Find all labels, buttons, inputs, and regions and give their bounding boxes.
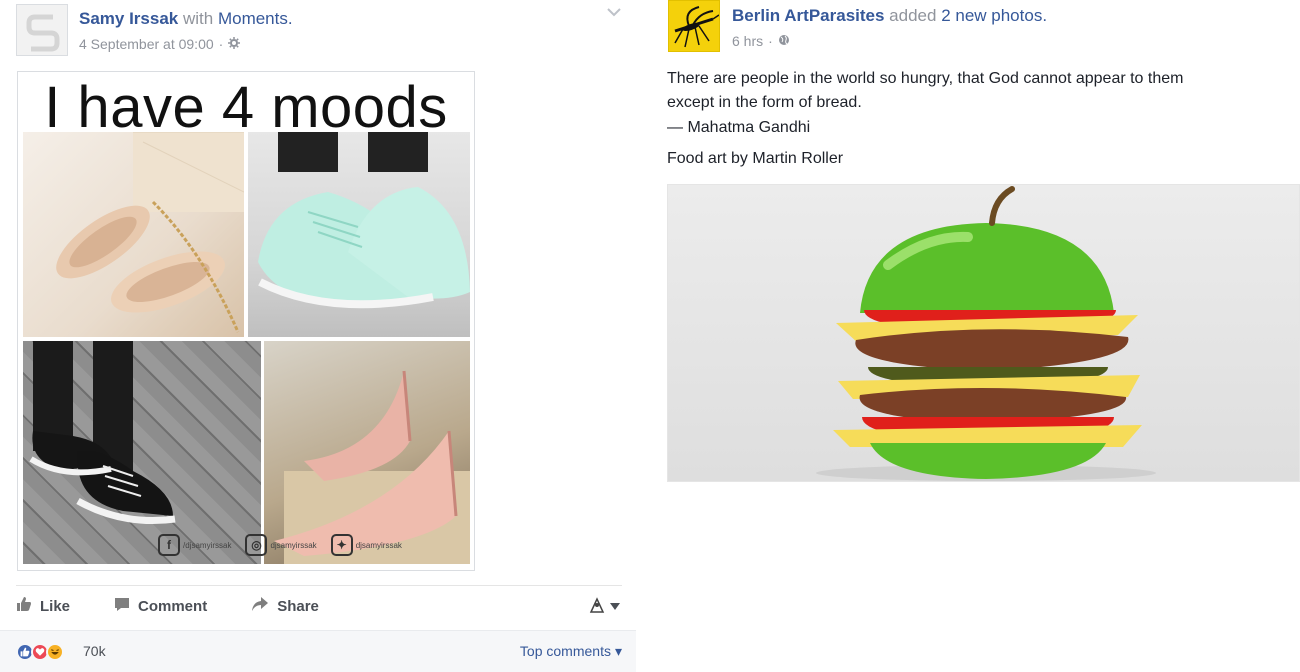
art-credit: Food art by Martin Roller bbox=[667, 150, 844, 167]
reaction-selector[interactable] bbox=[588, 595, 620, 617]
post-text-line: There are people in the world so hungry,… bbox=[667, 70, 1184, 87]
mosquito-icon bbox=[669, 1, 719, 51]
watermark-text: /djsamyirssak bbox=[183, 540, 232, 550]
reactions-bar: 70k Top comments ▾ bbox=[0, 630, 636, 672]
post-header: Berlin ArtParasites added 2 new photos. bbox=[732, 6, 1047, 26]
watermark-instagram: ◎ djsamyirssak bbox=[245, 534, 317, 556]
caret-down-icon bbox=[610, 598, 620, 614]
photo-watermarks: f /djsamyirssak ◎ djsamyirssak ✦ djsamyi… bbox=[158, 530, 468, 560]
thumbs-up-icon bbox=[16, 596, 32, 617]
photo-tile-flats bbox=[23, 132, 244, 337]
with-text: with bbox=[182, 9, 214, 28]
page-name[interactable]: Berlin ArtParasites bbox=[732, 6, 884, 25]
instagram-icon: ◎ bbox=[245, 534, 268, 556]
gear-icon[interactable] bbox=[228, 36, 241, 52]
globe-icon[interactable] bbox=[778, 33, 790, 49]
comment-label: Comment bbox=[138, 597, 208, 615]
post-photo[interactable]: I have 4 moods f /djsamyirssak ◎ djsamyi… bbox=[17, 71, 475, 571]
left-post: Samy Irssak with Moments. 4 September at… bbox=[0, 0, 636, 672]
watermark-twitter: ✦ djsamyirssak bbox=[330, 534, 402, 556]
post-photo[interactable] bbox=[667, 184, 1300, 482]
post-actions: Like Comment Share bbox=[16, 590, 622, 622]
comments-order-label: Top comments bbox=[519, 643, 611, 659]
comments-order-dropdown[interactable]: Top comments ▾ bbox=[520, 643, 622, 660]
reaction-count[interactable]: 70k bbox=[83, 643, 106, 659]
post-text-line: except in the form of bread. bbox=[667, 94, 862, 111]
watermark-text: djsamyirssak bbox=[355, 540, 402, 550]
post-meta: 4 September at 09:00 · bbox=[79, 36, 241, 52]
new-photos-link[interactable]: 2 new photos. bbox=[941, 6, 1047, 25]
facebook-icon: f bbox=[158, 534, 180, 556]
action-text: added bbox=[889, 6, 937, 25]
chevron-down-icon: ▾ bbox=[614, 643, 622, 659]
twitter-icon: ✦ bbox=[330, 534, 353, 556]
actions-divider bbox=[16, 585, 622, 586]
profile-picture-icon bbox=[17, 5, 67, 55]
comment-icon bbox=[114, 596, 130, 617]
share-button[interactable]: Share bbox=[251, 596, 319, 617]
apple-burger-image bbox=[816, 186, 1156, 481]
photo-title-text: I have 4 moods bbox=[44, 75, 448, 140]
share-icon bbox=[251, 596, 269, 617]
chevron-down-icon[interactable] bbox=[606, 4, 622, 22]
like-label: Like bbox=[40, 597, 71, 615]
share-label: Share bbox=[277, 597, 319, 615]
author-name[interactable]: Samy Irssak bbox=[79, 9, 178, 28]
watermark-facebook: f /djsamyirssak bbox=[158, 534, 231, 556]
right-post: Berlin ArtParasites added 2 new photos. … bbox=[656, 0, 1300, 672]
profile-reaction-icon bbox=[588, 595, 606, 617]
watermark-text: djsamyirssak bbox=[270, 540, 317, 550]
post-timestamp[interactable]: 4 September at 09:00 bbox=[79, 36, 214, 52]
post-meta: 6 hrs · bbox=[732, 33, 790, 49]
post-header: Samy Irssak with Moments. bbox=[79, 9, 293, 29]
meta-separator: · bbox=[768, 33, 773, 49]
page-avatar[interactable] bbox=[668, 0, 720, 52]
like-button[interactable]: Like bbox=[16, 596, 70, 617]
meta-separator: · bbox=[218, 36, 224, 52]
reaction-icons[interactable] bbox=[16, 643, 64, 661]
quote-attribution: — Mahatma Gandhi bbox=[667, 119, 811, 136]
author-avatar[interactable] bbox=[16, 4, 68, 56]
comment-button[interactable]: Comment bbox=[114, 596, 207, 617]
tagged-link[interactable]: Moments. bbox=[218, 9, 293, 28]
photo-tile-sneakers bbox=[248, 132, 470, 337]
post-timestamp[interactable]: 6 hrs bbox=[732, 33, 763, 49]
haha-reaction-icon bbox=[46, 643, 64, 661]
